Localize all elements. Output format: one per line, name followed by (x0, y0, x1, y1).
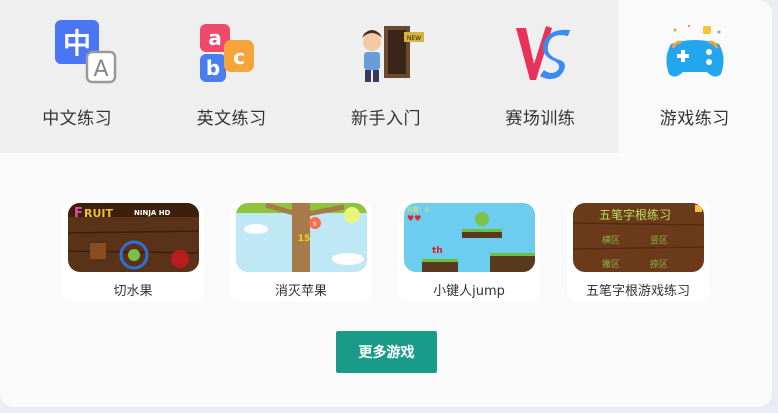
svg-text:NINJA HD: NINJA HD (134, 209, 171, 217)
svg-text:竖区: 竖区 (650, 235, 668, 246)
more-games-button[interactable]: 更多游戏 (336, 331, 437, 373)
abc-blocks-icon: a b c (199, 24, 254, 82)
svg-text:F: F (74, 206, 83, 221)
game-card-apple[interactable]: k 15 消灭苹果 (230, 200, 372, 302)
game-name: 小键人jump (433, 284, 505, 299)
game-thumbnail: F RUIT NINJA HD (68, 203, 199, 272)
chinese-char-icon: 中 A (55, 20, 117, 84)
svg-text:c: c (233, 45, 245, 69)
svg-text:a: a (208, 26, 222, 50)
tab-label: 英文练习 (196, 109, 267, 129)
tab-english[interactable]: a b c 英文练习 (154, 0, 308, 153)
tab-label: 中文练习 (42, 109, 113, 129)
svg-text:b: b (205, 56, 219, 80)
svg-text:五笔字根练习: 五笔字根练习 (599, 207, 671, 222)
tab-beginner[interactable]: NEW 新手入门 (309, 0, 463, 153)
game-card-jump[interactable]: 分数：0 ♥♥ th 小键人jump (398, 200, 540, 302)
svg-text:th: th (432, 246, 443, 256)
vs-icon (516, 26, 571, 80)
game-card-fruit[interactable]: F RUIT NINJA HD 切水果 (62, 200, 204, 302)
tab-chinese[interactable]: 中 A 中文练习 (0, 0, 154, 153)
svg-text:15: 15 (298, 234, 311, 244)
svg-text:捺区: 捺区 (650, 258, 668, 270)
svg-text:RUIT: RUIT (84, 207, 113, 220)
svg-text:分数：0: 分数：0 (407, 206, 429, 214)
game-thumbnail: k 15 (236, 203, 367, 272)
game-thumbnail: 五笔字根练习 横区 竖区 撇区 捺区 (573, 203, 704, 272)
gamepad-icon (666, 24, 724, 77)
main-panel: 中 A 中文练习 a b c 英文练习 NEW 新手入门 赛场训练 游戏练习 F… (0, 0, 772, 407)
tab-label: 赛场训练 (505, 109, 576, 129)
game-card-wubi[interactable]: 五笔字根练习 横区 竖区 撇区 捺区 五笔字根游戏练习 (567, 200, 709, 302)
svg-text:撇区: 撇区 (602, 258, 620, 270)
svg-text:♥♥: ♥♥ (407, 214, 421, 223)
tab-label: 游戏练习 (659, 109, 730, 129)
game-thumbnail: 分数：0 ♥♥ th (404, 203, 535, 272)
game-name: 五笔字根游戏练习 (585, 284, 690, 299)
tab-label: 新手入门 (350, 109, 421, 129)
tab-competition[interactable]: 赛场训练 (463, 0, 617, 153)
game-list: F RUIT NINJA HD 切水果 k 15 消灭苹果 分数：0 ♥♥ th… (0, 200, 772, 304)
game-name: 切水果 (113, 284, 153, 299)
tab-bar: 中 A 中文练习 a b c 英文练习 NEW 新手入门 赛场训练 游戏练习 (0, 0, 772, 153)
person-door-icon: NEW (361, 26, 424, 82)
tab-games[interactable]: 游戏练习 (617, 0, 772, 153)
svg-text:NEW: NEW (407, 35, 421, 42)
svg-text:横区: 横区 (602, 234, 620, 246)
game-name: 消灭苹果 (274, 284, 327, 299)
svg-text:A: A (94, 57, 109, 82)
